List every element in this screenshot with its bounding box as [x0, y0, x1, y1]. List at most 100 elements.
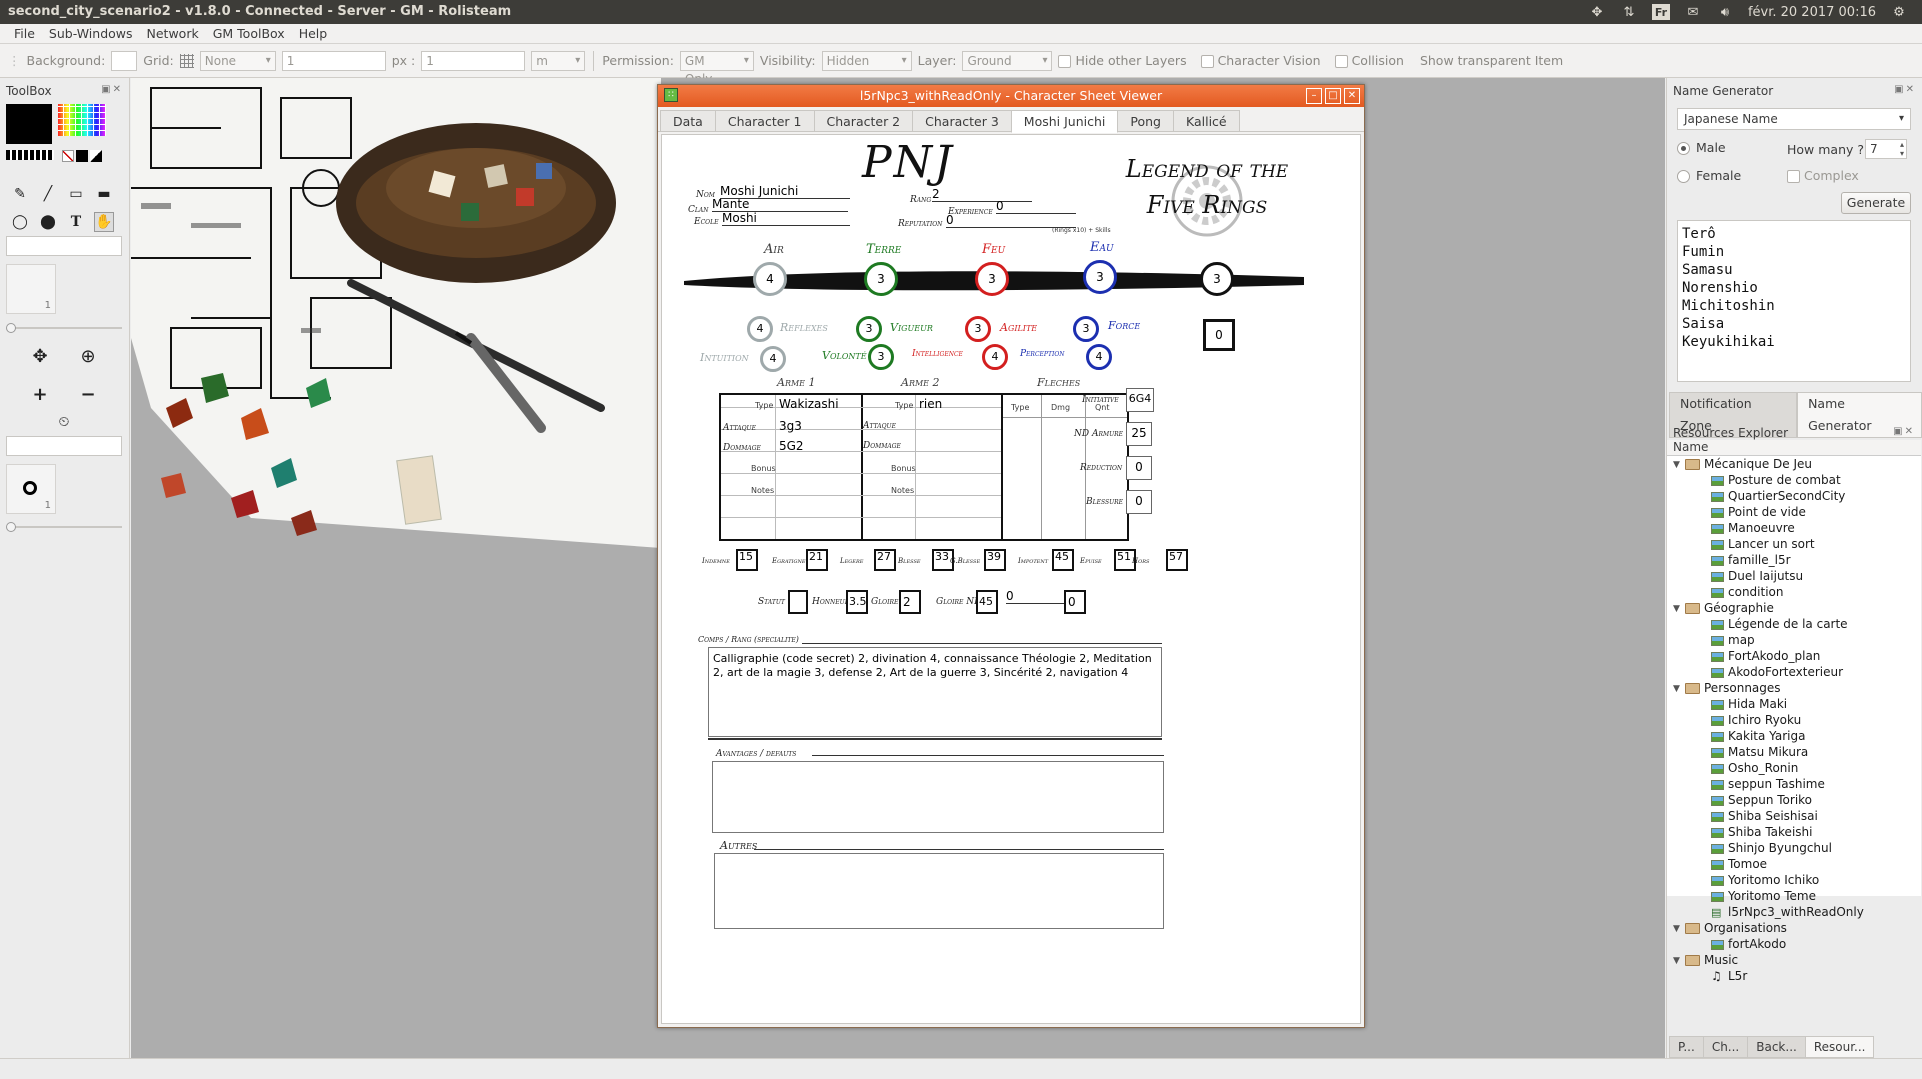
special-colors[interactable]	[62, 150, 106, 162]
air-ring[interactable]: 4	[753, 262, 787, 296]
male-radio[interactable]: Male	[1677, 140, 1726, 155]
tree-item[interactable]: Shinjo Byungchul	[1667, 840, 1921, 856]
tree-item[interactable]: map	[1667, 632, 1921, 648]
vigueur-ring[interactable]: 3	[856, 316, 882, 342]
grid-icon[interactable]	[179, 53, 194, 68]
tree-folder[interactable]: ▼ Music	[1667, 952, 1921, 968]
line-icon[interactable]: ╱	[38, 184, 58, 204]
tree-item[interactable]: FortAkodo_plan	[1667, 648, 1921, 664]
move-icon[interactable]: ✥	[30, 346, 50, 367]
tree-item[interactable]: Manoeuvre	[1667, 520, 1921, 536]
gloire-field[interactable]: 2	[899, 590, 921, 614]
current-color-swatch[interactable]	[6, 104, 52, 144]
void-points-box[interactable]: 0	[1203, 319, 1235, 351]
empty-ellipse-icon[interactable]: ◯	[10, 212, 30, 232]
female-radio[interactable]: Female	[1677, 168, 1741, 183]
expand-arrow-icon[interactable]: ▼	[1673, 601, 1685, 617]
reduction-field[interactable]: 0	[1126, 456, 1152, 480]
reset-counter-icon[interactable]: ⏲	[54, 412, 74, 432]
arme1-dommage-field[interactable]: 5G2	[779, 439, 804, 453]
generated-name-item[interactable]: Terô	[1682, 225, 1906, 243]
statut-field[interactable]	[788, 590, 808, 614]
text-input[interactable]	[6, 236, 122, 256]
tree-item[interactable]: condition	[1667, 584, 1921, 600]
pen-size-slider[interactable]	[6, 323, 122, 333]
filled-ellipse-icon[interactable]: ⬤	[38, 212, 58, 232]
expand-arrow-icon[interactable]: ▼	[1673, 457, 1685, 473]
reflexes-ring[interactable]: 4	[747, 316, 773, 342]
resources-column-header[interactable]: Name	[1667, 440, 1921, 456]
intuition-ring[interactable]: 4	[760, 346, 786, 372]
wound-box-5[interactable]: 45	[1052, 549, 1074, 571]
tree-folder[interactable]: ▼ Mécanique De Jeu	[1667, 456, 1921, 472]
generate-button[interactable]: Generate	[1841, 192, 1911, 214]
mail-icon[interactable]: ✉	[1684, 4, 1702, 20]
arme1-type-field[interactable]: Wakizashi	[779, 397, 839, 411]
arme2-type-field[interactable]: rien	[919, 397, 942, 411]
close-icon[interactable]: ✕	[1344, 88, 1360, 104]
tree-item[interactable]: Matsu Mikura	[1667, 744, 1921, 760]
tree-item[interactable]: Hida Maki	[1667, 696, 1921, 712]
maximize-icon[interactable]: □	[1325, 88, 1341, 104]
reputation-field[interactable]: 0	[946, 213, 1076, 228]
tree-item[interactable]: QuartierSecondCity	[1667, 488, 1921, 504]
generated-names-list[interactable]: Terô Fumin Samasu Norenshio Michitoshin Saisa…	[1677, 220, 1911, 382]
clan-field[interactable]: Mante	[712, 197, 848, 212]
tab-kallice[interactable]: Kallicé	[1172, 110, 1240, 131]
tab-character-1[interactable]: Character 1	[714, 110, 815, 131]
volonte-ring[interactable]: 3	[868, 344, 894, 370]
npc-size-slider[interactable]	[6, 522, 122, 532]
tab-players[interactable]: P...	[1669, 1036, 1704, 1058]
tree-item[interactable]: Shiba Seishisai	[1667, 808, 1921, 824]
generated-name-item[interactable]: Saisa	[1682, 315, 1906, 333]
wound-box-4[interactable]: 39	[984, 549, 1006, 571]
sheet-window-titlebar[interactable]: ∷ l5rNpc3_withReadOnly - Character Sheet…	[658, 85, 1364, 107]
tree-item[interactable]: Ichiro Ryoku	[1667, 712, 1921, 728]
permission-select[interactable]: GM Only	[679, 50, 754, 86]
tree-item[interactable]: ♫ L5r	[1667, 968, 1921, 984]
tree-item[interactable]: Seppun Toriko	[1667, 792, 1921, 808]
pattern-swatch[interactable]	[6, 150, 54, 160]
tab-pong[interactable]: Pong	[1117, 110, 1174, 131]
tree-folder[interactable]: ▼ Organisations	[1667, 920, 1921, 936]
nd-armure-field[interactable]: 25	[1126, 422, 1152, 446]
honneur-field[interactable]: 3.5	[846, 590, 868, 614]
tree-item[interactable]: Duel Iaijutsu	[1667, 568, 1921, 584]
wound-box-1[interactable]: 21	[806, 549, 828, 571]
collision-checkbox[interactable]: Collision	[1334, 53, 1404, 68]
character-vision-checkbox[interactable]: Character Vision	[1200, 53, 1321, 68]
wound-box-2[interactable]: 27	[874, 549, 896, 571]
generated-name-item[interactable]: Fumin	[1682, 243, 1906, 261]
npc-name-input[interactable]	[6, 436, 122, 456]
menu-gm-toolbox[interactable]: GM ToolBox	[213, 24, 285, 43]
feu-ring[interactable]: 3	[975, 262, 1009, 296]
tree-item[interactable]: Yoritomo Ichiko	[1667, 872, 1921, 888]
status-extra-field-1[interactable]: 0	[1006, 589, 1064, 604]
expand-arrow-icon[interactable]: ▼	[1673, 681, 1685, 697]
wound-box-0[interactable]: 15	[736, 549, 758, 571]
dropbox-icon[interactable]: ✥	[1588, 4, 1606, 20]
empty-rectangle-icon[interactable]: ▭	[66, 184, 86, 204]
tab-resources[interactable]: Resour...	[1804, 1036, 1875, 1058]
tree-folder[interactable]: ▼ Personnages	[1667, 680, 1921, 696]
text-icon[interactable]: T	[66, 212, 86, 232]
tab-character-3[interactable]: Character 3	[912, 110, 1012, 131]
map-image[interactable]	[131, 78, 661, 548]
menu-help[interactable]: Help	[299, 24, 328, 43]
hide-other-layers-checkbox[interactable]: Hide other Layers	[1058, 53, 1187, 68]
complex-checkbox[interactable]: Complex	[1787, 168, 1859, 183]
tree-item[interactable]: famille_l5r	[1667, 552, 1921, 568]
autres-field[interactable]	[714, 853, 1164, 929]
tree-item[interactable]: Lancer un sort	[1667, 536, 1921, 552]
minimize-icon[interactable]: –	[1306, 88, 1322, 104]
generated-name-item[interactable]: Norenshio	[1682, 279, 1906, 297]
terre-ring[interactable]: 3	[864, 262, 898, 296]
tab-data[interactable]: Data	[660, 110, 716, 131]
show-transparent-item-button[interactable]: Show transparent Item	[1420, 53, 1563, 68]
generated-name-item[interactable]: Samasu	[1682, 261, 1906, 279]
hand-icon[interactable]: ✋	[94, 212, 114, 232]
intelligence-ring[interactable]: 4	[982, 344, 1008, 370]
tab-character-2[interactable]: Character 2	[813, 110, 914, 131]
force-ring[interactable]: 3	[1073, 316, 1099, 342]
network-icon[interactable]: ⇅	[1620, 4, 1638, 20]
